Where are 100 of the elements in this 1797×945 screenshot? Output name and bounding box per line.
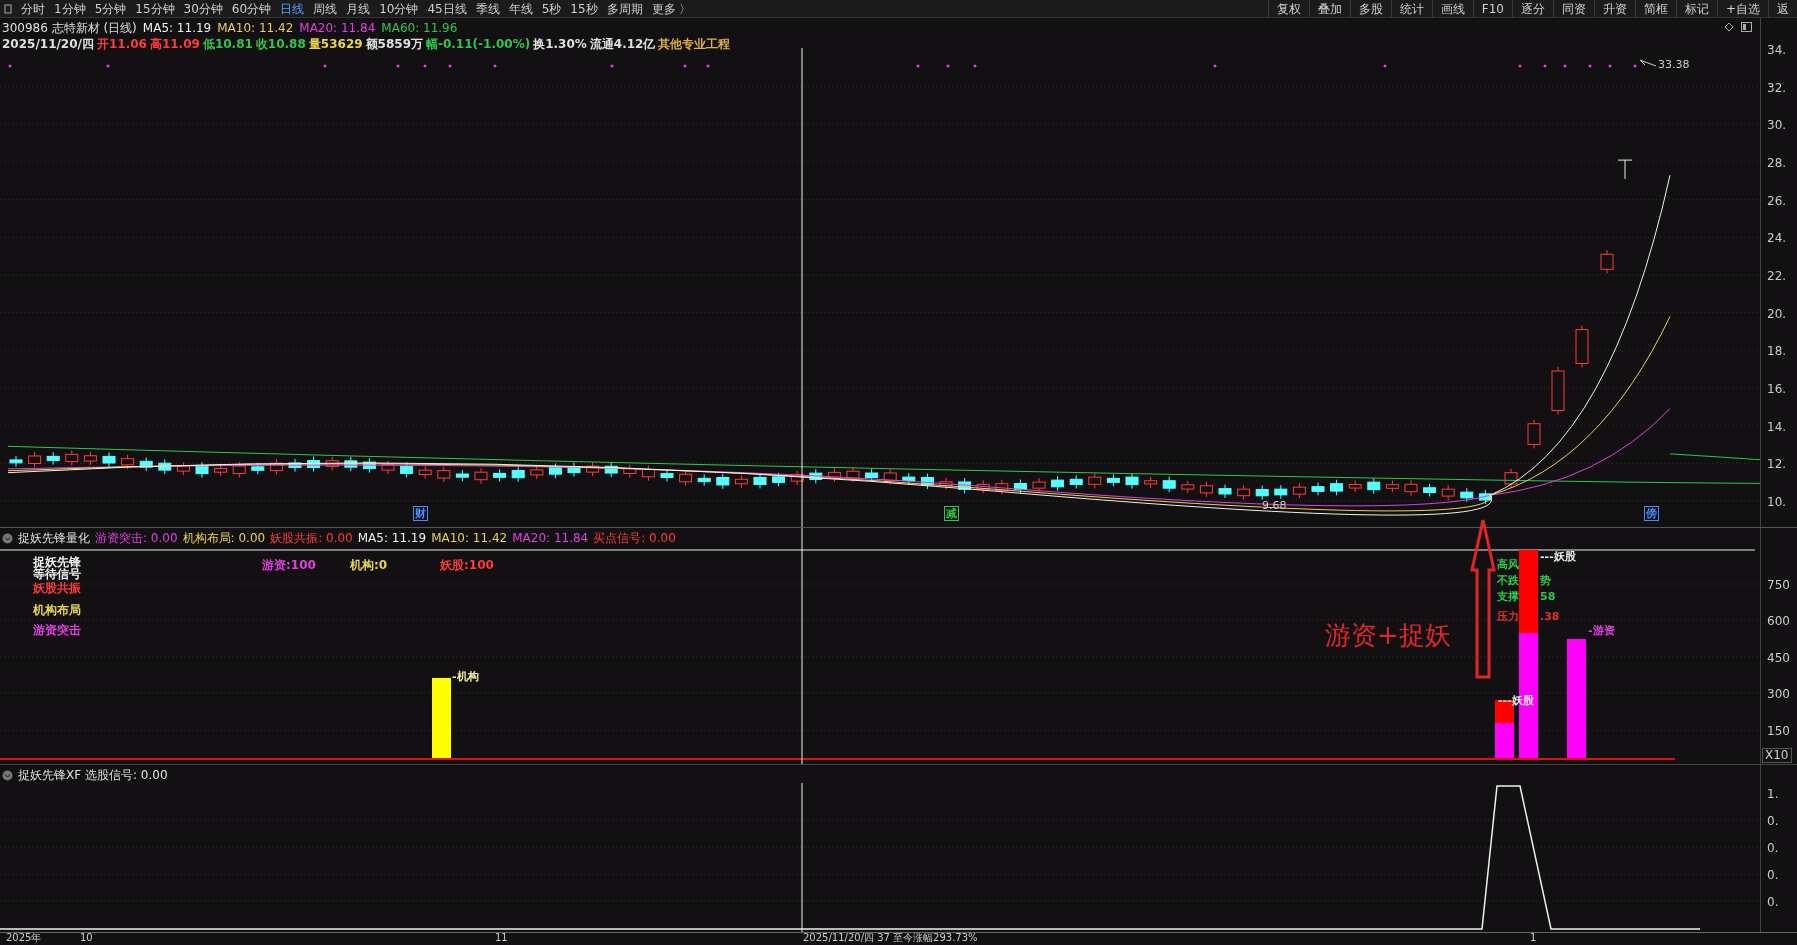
- candlestick: [1255, 485, 1269, 501]
- candlestick: [269, 458, 283, 476]
- price-axis-label: 18.: [1767, 343, 1787, 361]
- price-axis-label: 30.: [1767, 117, 1787, 135]
- candlestick: [604, 461, 618, 478]
- bar-label: -游资: [1588, 624, 1615, 637]
- period-tab[interactable]: 5秒: [541, 0, 562, 18]
- bar-label: 势: [1540, 574, 1551, 587]
- candlestick: [1311, 482, 1325, 496]
- candlestick: [1144, 476, 1158, 489]
- candlestick: [995, 479, 1009, 495]
- date-axis-label: 2025/11/20/四 37 至今涨幅293.73%: [803, 932, 978, 944]
- candlestick: [176, 461, 190, 476]
- panel-icon[interactable]: [4, 3, 12, 14]
- toolbar-button[interactable]: 叠加: [1308, 0, 1350, 17]
- toolbar-button[interactable]: 统计: [1390, 0, 1432, 17]
- event-marker: 财: [413, 506, 428, 521]
- bar-label: 压力: [1497, 610, 1519, 623]
- toolbar-button[interactable]: 简框: [1634, 0, 1676, 17]
- candlestick: [307, 456, 321, 473]
- period-tab[interactable]: 15分钟: [135, 0, 175, 18]
- candlestick: [1218, 484, 1232, 499]
- candlestick: [381, 460, 395, 475]
- candlestick: [65, 449, 79, 467]
- candlestick: [809, 468, 823, 484]
- candlestick: [83, 451, 97, 466]
- toolbar-button[interactable]: F10: [1472, 0, 1512, 17]
- toolbar-button[interactable]: 同资: [1552, 0, 1594, 17]
- bar-label: ---妖股: [1540, 550, 1576, 563]
- candlestick: [362, 457, 376, 474]
- period-tab[interactable]: 60分钟: [231, 0, 272, 18]
- period-tab[interactable]: 多周期: [606, 0, 643, 18]
- indicator-axis-label: 0.: [1767, 867, 1779, 884]
- price-axis-label: 24.: [1767, 230, 1787, 248]
- indicator-axis-label: 600: [1767, 613, 1790, 630]
- candlestick: [567, 462, 581, 478]
- candlestick: [753, 472, 767, 489]
- event-marker: 傍: [1644, 506, 1659, 521]
- candlestick: [660, 469, 674, 482]
- candlestick: [1367, 477, 1381, 495]
- diamond-icon[interactable]: [1724, 22, 1734, 32]
- period-tab[interactable]: 5分钟: [94, 0, 127, 18]
- candlestick: [9, 455, 23, 468]
- candlestick: [455, 469, 469, 482]
- quote-text: 2025/11/20/四: [2, 36, 94, 53]
- period-tab[interactable]: 45日线: [427, 0, 467, 18]
- candlestick: [158, 458, 172, 475]
- toolbar-button[interactable]: 返: [1768, 0, 1797, 17]
- toolbar-button[interactable]: 升资: [1593, 0, 1635, 17]
- candlestick: [1013, 479, 1027, 494]
- period-tab[interactable]: 周线: [313, 0, 338, 18]
- candlestick: [1441, 484, 1455, 501]
- period-tab[interactable]: 30分钟: [183, 0, 223, 18]
- date-axis-label: 1: [1530, 932, 1537, 944]
- toolbar-button[interactable]: 标记: [1675, 0, 1717, 17]
- candlestick: [474, 467, 488, 485]
- toolbar-button[interactable]: +自选: [1716, 0, 1768, 17]
- period-tab[interactable]: 分时: [21, 0, 45, 18]
- candlestick: [623, 464, 637, 478]
- period-tab[interactable]: 日线: [280, 0, 305, 18]
- toolbar-button[interactable]: 画线: [1431, 0, 1473, 17]
- candlestick: [232, 461, 246, 479]
- candlestick: [1504, 468, 1518, 489]
- indicator-axis-label: 0.: [1767, 894, 1779, 911]
- scale-label: X10: [1762, 748, 1792, 763]
- candlestick: [325, 456, 339, 471]
- period-tab[interactable]: 15秒: [570, 0, 598, 18]
- candlestick: [976, 479, 990, 494]
- period-tab[interactable]: 季线: [475, 0, 500, 18]
- candlestick: [214, 464, 228, 477]
- candlestick: [716, 473, 730, 490]
- quote-text: MA5: 11.19: [142, 20, 212, 37]
- candlestick: [1617, 159, 1633, 180]
- candlestick: [1069, 474, 1083, 489]
- toolbar-button[interactable]: 复权: [1267, 0, 1309, 17]
- period-tab[interactable]: 10分钟: [379, 0, 419, 18]
- layout-icon[interactable]: [1741, 22, 1752, 32]
- event-marker: 减: [944, 506, 959, 521]
- candlestick: [1404, 479, 1418, 497]
- quote-text: 开11.06: [96, 36, 147, 53]
- price-axis-label: 22.: [1767, 267, 1787, 285]
- period-tab[interactable]: 1分钟: [54, 0, 86, 18]
- candlestick: [28, 451, 42, 468]
- date-axis-label: 2025年: [6, 932, 42, 944]
- candlestick: [1292, 482, 1306, 499]
- candlestick: [511, 465, 525, 483]
- period-tab[interactable]: 月线: [346, 0, 371, 18]
- collapse-icon[interactable]: [2, 532, 13, 544]
- toolbar-button[interactable]: 逐分: [1511, 0, 1553, 17]
- candlestick: [883, 468, 897, 485]
- price-axis-label: 26.: [1767, 192, 1787, 210]
- collapse-icon[interactable]: [2, 769, 13, 781]
- price-axis-label: 14.: [1767, 418, 1787, 436]
- period-tab[interactable]: 年线: [508, 0, 533, 18]
- toolbar-button[interactable]: 多股: [1349, 0, 1391, 17]
- candlestick: [1237, 484, 1251, 501]
- indicator-axis-label: 450: [1767, 650, 1790, 667]
- bar-label: -机构: [452, 670, 479, 683]
- candlestick: [1330, 479, 1344, 496]
- period-tab[interactable]: 更多 〉: [651, 0, 692, 18]
